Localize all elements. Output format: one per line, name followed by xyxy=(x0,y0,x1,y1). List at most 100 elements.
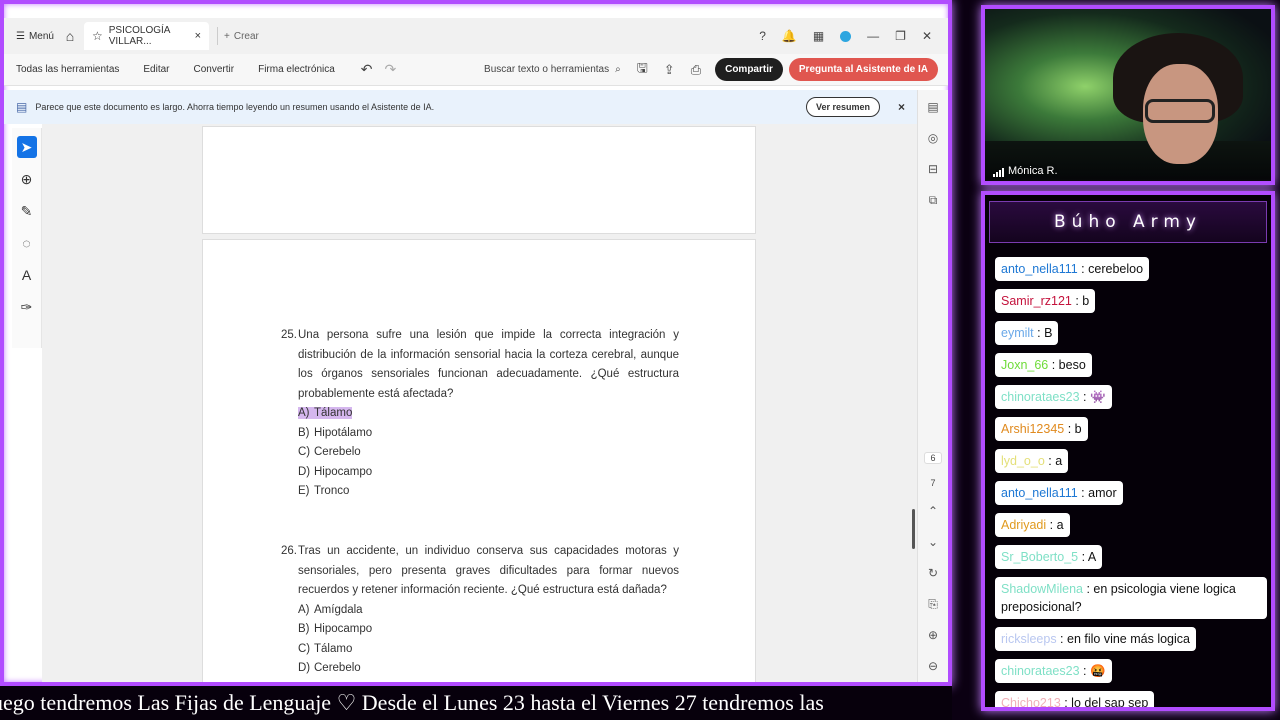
lasso-icon[interactable]: ◌ xyxy=(17,232,37,254)
maximize-icon[interactable]: ❐ xyxy=(895,29,906,43)
chat-message: Joxn_66 : beso xyxy=(995,353,1271,385)
chat-text: : 👾 xyxy=(1079,390,1106,404)
star-icon[interactable]: ☆ xyxy=(92,29,103,43)
option-b[interactable]: B) Hipocampo xyxy=(298,620,679,640)
chat-username: Adriyadi xyxy=(1001,518,1047,532)
right-tools-rail: ▤ ◎ ⊟ ⧉ 6 7 ⌃ ⌄ ↻ ⎘ ⊕ ⊖ xyxy=(917,90,948,682)
chat-username: ShadowMilena xyxy=(1001,582,1083,596)
banner-message: Parece que este documento es largo. Ahor… xyxy=(35,102,435,112)
chat-username: Samir_rz121 xyxy=(1001,294,1072,308)
chat-username: lyd_o_o xyxy=(1001,454,1045,468)
document-viewport[interactable]: 25. Una persona sufre una lesión que imp… xyxy=(42,124,917,682)
option-d[interactable]: D) Cerebelo xyxy=(298,659,679,679)
page-down-icon[interactable]: ⌄ xyxy=(923,535,943,555)
ai-summary-banner: ▤ Parece que este documento es largo. Ah… xyxy=(4,90,917,124)
question-26: 26. Tras un accidente, un individuo cons… xyxy=(281,542,679,679)
minimize-icon[interactable]: — xyxy=(867,29,879,43)
comment-icon[interactable]: ⊕ xyxy=(17,168,37,190)
print-icon[interactable]: ⎙ xyxy=(691,62,701,78)
option-e[interactable]: E) Tronco xyxy=(298,482,679,502)
stream-layout: ☰ Menú ⌂ ☆ PSICOLOGÍA VILLAR... × + Crea… xyxy=(0,0,1280,720)
acrobat-window: ☰ Menú ⌂ ☆ PSICOLOGÍA VILLAR... × + Crea… xyxy=(0,0,952,686)
chat-username: eymilt xyxy=(1001,326,1034,340)
upload-icon[interactable]: ⇪ xyxy=(664,62,675,78)
chat-text: : A xyxy=(1078,550,1097,564)
chat-message: chinorataes23 : 🤬 xyxy=(995,659,1271,691)
save-doc-icon[interactable]: ⎘ xyxy=(923,597,943,617)
chat-bubble: Joxn_66 : beso xyxy=(995,353,1092,377)
page-up-icon[interactable]: ⌃ xyxy=(923,504,943,524)
pen-icon[interactable]: ✎ xyxy=(17,200,37,222)
convert-menu[interactable]: Convertir xyxy=(194,64,235,75)
option-a[interactable]: A) Amígdala xyxy=(298,601,679,621)
chat-title: Búho Army xyxy=(989,201,1267,243)
chat-message: eymilt : B xyxy=(995,321,1271,353)
all-tools-menu[interactable]: Todas las herramientas xyxy=(16,64,119,75)
chat-message: anto_nella111 : cerebeloo xyxy=(995,257,1271,289)
hamburger-icon: ☰ xyxy=(16,30,25,42)
chat-username: Joxn_66 xyxy=(1001,358,1049,372)
edit-menu[interactable]: Editar xyxy=(143,64,169,75)
view-summary-button[interactable]: Ver resumen xyxy=(805,97,880,117)
chat-text: : cerebeloo xyxy=(1077,262,1144,276)
help-icon[interactable]: ? xyxy=(759,29,766,43)
esign-menu[interactable]: Firma electrónica xyxy=(258,64,335,75)
question-25: 25. Una persona sufre una lesión que imp… xyxy=(281,326,679,502)
chat-bubble: ShadowMilena : en psicologia viene logic… xyxy=(995,577,1267,619)
plus-icon: + xyxy=(224,30,230,42)
question-number: 25. xyxy=(281,329,297,341)
redo-icon[interactable]: ↷ xyxy=(385,61,397,78)
apps-grid-icon[interactable]: ▦ xyxy=(813,29,824,43)
bookmarks-icon[interactable]: ⊟ xyxy=(923,162,943,182)
chat-username: chinorataes23 xyxy=(1001,664,1080,678)
news-ticker: uego tendremos Las Fijas de Lenguaje ♡ D… xyxy=(0,686,952,720)
webcam-person-glasses xyxy=(1145,99,1215,123)
share-button[interactable]: Compartir xyxy=(715,58,783,81)
page-number-current[interactable]: 6 xyxy=(924,452,942,464)
option-b[interactable]: B) Hipotálamo xyxy=(298,424,679,444)
chat-message: ricksleeps : en filo vine más logica xyxy=(995,627,1271,659)
search-icon: ⌕ xyxy=(615,64,621,75)
ai-assistant-button[interactable]: Pregunta al Asistente de IA xyxy=(788,58,938,81)
undo-icon[interactable]: ↶ xyxy=(361,61,373,78)
banner-close-icon[interactable]: × xyxy=(898,100,905,114)
menu-button[interactable]: ☰ Menú xyxy=(4,31,56,42)
option-c[interactable]: C) Tálamo xyxy=(298,640,679,660)
close-tab-icon[interactable]: × xyxy=(195,30,201,42)
search-tools[interactable]: Buscar texto o herramientas ⌕ xyxy=(484,64,621,75)
close-window-icon[interactable]: ✕ xyxy=(922,29,932,43)
zoom-in-icon[interactable]: ⊕ xyxy=(923,628,943,648)
option-a[interactable]: A) Tálamo xyxy=(298,404,679,424)
pdf-page-current: 25. Una persona sufre una lesión que imp… xyxy=(202,239,756,682)
chat-message-list: anto_nella111 : cerebeloo Samir_rz121 : b… xyxy=(995,257,1271,710)
refresh-icon[interactable]: ↻ xyxy=(923,566,943,586)
chat-bubble: Sr_Boberto_5 : A xyxy=(995,545,1103,569)
webcam-name-tag: Mónica R. xyxy=(993,165,1058,177)
tab-title: PSICOLOGÍA VILLAR... xyxy=(108,25,170,47)
save-icon[interactable]: 🖫 xyxy=(637,59,648,81)
chat-panel: Búho Army anto_nella111 : cerebeloo Samir… xyxy=(981,191,1275,711)
chat-message: Adriyadi : a xyxy=(995,513,1271,545)
home-icon[interactable]: ⌂ xyxy=(56,28,84,44)
chat-username: Chicho213 xyxy=(1001,696,1061,710)
text-box-icon[interactable]: A xyxy=(17,264,37,286)
question-text: Tras un accidente, un individuo conserva… xyxy=(298,545,679,596)
option-d[interactable]: D) Hipocampo xyxy=(298,463,679,483)
bell-icon[interactable]: 🔔 xyxy=(782,29,797,43)
ai-summary-rail-icon[interactable]: ▤ xyxy=(923,100,943,120)
chat-text: : lo del sap sep xyxy=(1060,696,1149,710)
option-c[interactable]: C) Cerebelo xyxy=(298,443,679,463)
chat-username: chinorataes23 xyxy=(1001,390,1080,404)
zoom-out-icon[interactable]: ⊖ xyxy=(923,659,943,679)
comments-icon[interactable]: ◎ xyxy=(923,131,943,151)
pages-icon[interactable]: ⧉ xyxy=(923,193,943,213)
account-icon[interactable] xyxy=(840,30,852,42)
stamp-icon[interactable]: ✑ xyxy=(17,296,37,318)
scrollbar-thumb[interactable] xyxy=(912,509,915,549)
create-button[interactable]: + Crear xyxy=(217,27,265,45)
select-cursor-icon[interactable]: ➤ xyxy=(16,136,37,158)
main-toolbar: Todas las herramientas Editar Convertir … xyxy=(4,54,948,86)
tab-document[interactable]: ☆ PSICOLOGÍA VILLAR... × xyxy=(84,22,209,50)
webcam-panel: Mónica R. xyxy=(981,5,1275,185)
chat-bubble: ricksleeps : en filo vine más logica xyxy=(995,627,1196,651)
